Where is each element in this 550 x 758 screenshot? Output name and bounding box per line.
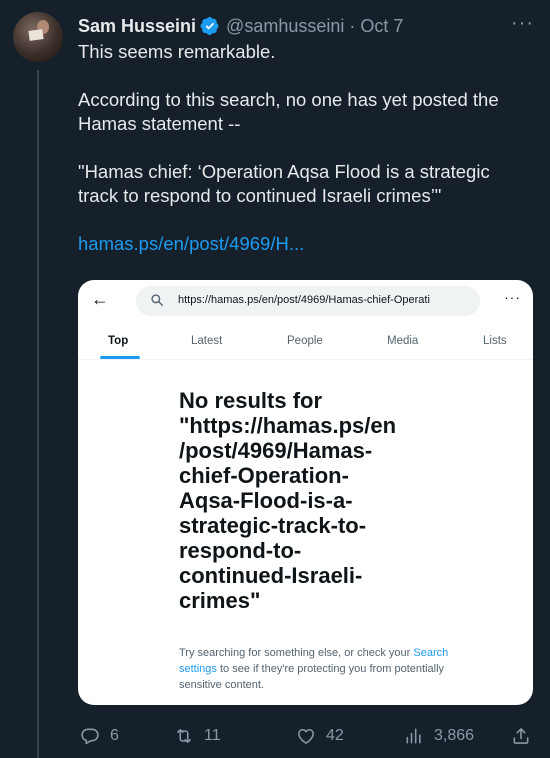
verified-badge-icon[interactable] [200, 16, 220, 36]
search-value: https://hamas.ps/en/post/4969/Hamas-chie… [178, 294, 430, 306]
author-name[interactable]: Sam Husseini [78, 16, 196, 37]
tweet-paragraph: "Hamas chief: ‘Operation Aqsa Flood is a… [78, 161, 490, 206]
search-input[interactable]: https://hamas.ps/en/post/4969/Hamas-chie… [136, 286, 480, 316]
search-bar-row: ← https://hamas.ps/en/post/4969/Hamas-ch… [78, 280, 533, 320]
embedded-screenshot[interactable]: ← https://hamas.ps/en/post/4969/Hamas-ch… [78, 280, 533, 705]
retweet-count: 11 [204, 727, 221, 744]
tweet-body: This seems remarkable. According to this… [78, 40, 528, 280]
tab-media[interactable]: Media [387, 335, 418, 347]
no-results-line: Aqsa-Flood-is-a- [179, 488, 353, 513]
retweet-icon [176, 728, 192, 744]
search-icon [151, 294, 163, 306]
tweet-paragraph: This seems remarkable. [78, 41, 276, 62]
tab-latest[interactable]: Latest [191, 335, 222, 347]
views-count: 3,866 [434, 727, 475, 744]
no-results-hint: Try searching for something else, or che… [179, 645, 449, 693]
card-more-icon[interactable]: ··· [504, 289, 521, 305]
active-tab-indicator [100, 356, 140, 359]
hint-text-before: Try searching for something else, or che… [179, 647, 411, 659]
like-icon [298, 728, 314, 744]
share-button[interactable] [511, 722, 531, 750]
no-results-line: respond-to- [179, 538, 302, 563]
share-icon [513, 728, 529, 744]
tweet-header: Sam Husseini @samhusseini · Oct 7 [78, 14, 536, 38]
reply-icon [81, 728, 99, 745]
no-results-line: No results for [179, 388, 323, 413]
back-arrow-icon[interactable]: ← [91, 289, 109, 310]
views-button[interactable]: 3,866 [404, 722, 474, 750]
retweet-button[interactable]: 11 [174, 722, 221, 750]
no-results-line: /post/4969/Hamas- [179, 438, 373, 463]
search-tabs: Top Latest People Media Lists [78, 324, 533, 360]
author-handle[interactable]: @samhusseini [226, 16, 344, 37]
tab-lists[interactable]: Lists [483, 335, 507, 347]
no-results-line: crimes" [179, 588, 261, 613]
tab-people[interactable]: People [287, 335, 323, 347]
header-separator: · [349, 15, 356, 36]
hint-text-after: to see if they're protecting you from po… [179, 663, 445, 691]
tweet-link[interactable]: hamas.ps/en/post/4969/H... [78, 233, 304, 254]
avatar[interactable] [13, 12, 63, 62]
tweet-date[interactable]: Oct 7 [360, 16, 403, 37]
no-results-heading: No results for "https://hamas.ps/en /pos… [179, 388, 449, 613]
like-button[interactable]: 42 [296, 722, 344, 750]
more-options-icon[interactable]: ··· [511, 12, 534, 35]
no-results-line: strategic-track-to- [179, 513, 367, 538]
avatar-sign [28, 29, 44, 41]
tweet-paragraph: According to this search, no one has yet… [78, 89, 499, 134]
no-results-line: continued-Israeli- [179, 563, 363, 588]
no-results-line: chief-Operation- [179, 463, 349, 488]
views-icon [406, 728, 421, 744]
action-bar: 6 11 42 3,866 [78, 722, 538, 750]
reply-button[interactable]: 6 [80, 722, 119, 750]
tab-top[interactable]: Top [108, 335, 128, 347]
no-results-line: "https://hamas.ps/en [179, 413, 397, 438]
like-count: 42 [326, 727, 344, 744]
reply-count: 6 [110, 727, 119, 744]
thread-line [37, 70, 39, 758]
